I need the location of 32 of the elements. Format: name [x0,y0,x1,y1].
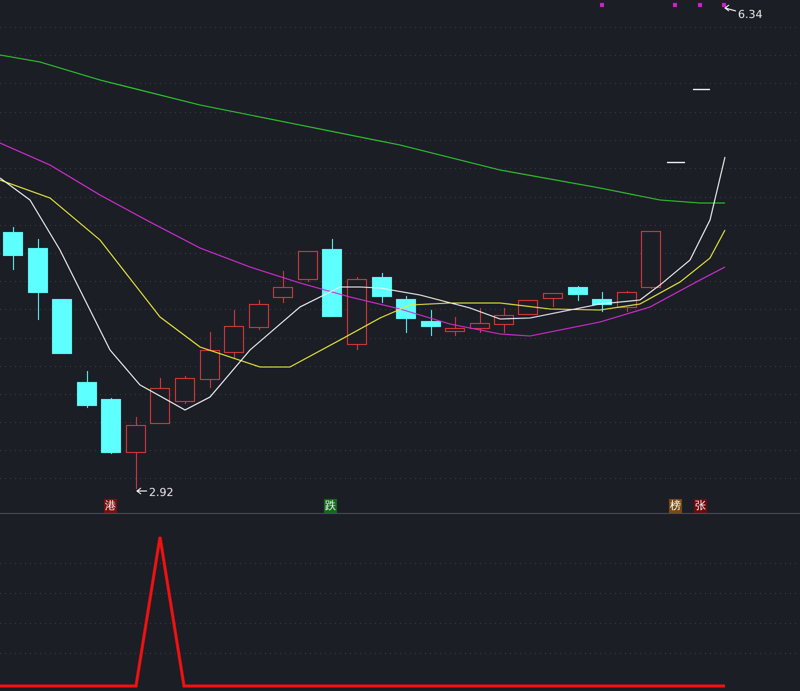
candlestick [175,376,195,404]
candlestick [372,272,392,304]
candlestick [249,300,269,330]
candlestick [568,286,588,302]
price-label: 2.92 [149,486,174,499]
candlestick [273,270,293,304]
candlestick [150,378,170,424]
level-mark [693,88,710,90]
price-label: 6.34 [738,8,762,21]
arrow-icon [724,4,736,12]
candlestick [641,230,661,290]
candlestick [421,310,441,336]
level-mark [667,162,685,164]
candlestick [52,298,72,354]
candlestick [224,310,244,360]
candlestick [3,226,23,270]
event-badge: 港 [104,499,117,513]
event-badge: 跌 [324,499,337,513]
arrow-icon [136,488,148,494]
candlestick [396,296,416,334]
candlestick [445,316,465,336]
candlestick [592,292,612,312]
candlestick [101,398,121,454]
candlestick [470,308,490,334]
candlestick [543,292,563,308]
candlestick [298,250,318,282]
event-badge: 榜 [669,499,682,513]
candlestick [77,370,97,408]
event-badge: 张 [694,499,707,513]
candlestick [494,308,514,334]
candlestick [518,300,538,315]
candlestick [200,332,220,388]
